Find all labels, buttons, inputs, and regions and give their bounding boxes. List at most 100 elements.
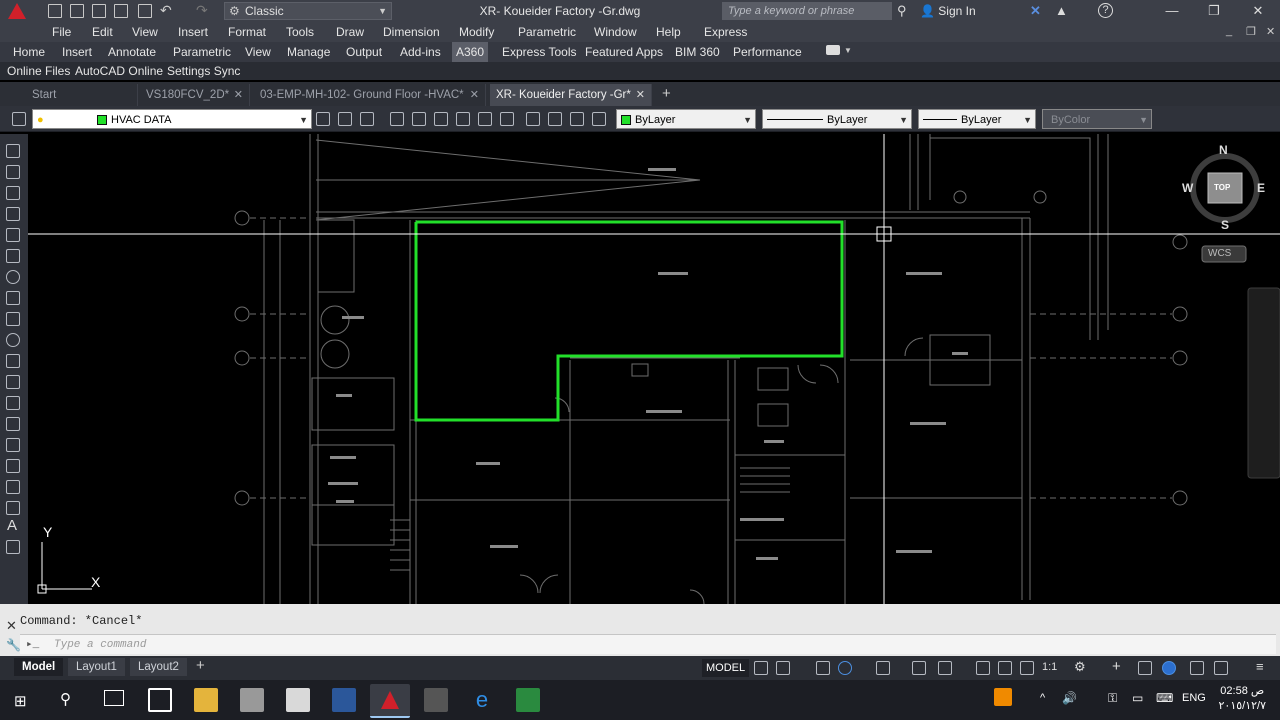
- tab-home[interactable]: Home: [9, 42, 49, 62]
- windows-start-icon[interactable]: ⊞: [14, 692, 27, 710]
- network-icon[interactable]: ⚿: [1108, 691, 1117, 706]
- isodraft-icon[interactable]: [876, 661, 890, 675]
- recorder-tray-icon[interactable]: [994, 688, 1012, 706]
- add-selected-icon[interactable]: [6, 540, 20, 554]
- word-icon[interactable]: [332, 688, 356, 712]
- open-file-icon[interactable]: [70, 4, 84, 18]
- tab-a360[interactable]: A360: [452, 42, 489, 62]
- insert-block-icon[interactable]: [6, 375, 20, 389]
- point-icon[interactable]: [6, 417, 20, 431]
- object-snap-icon[interactable]: [938, 661, 952, 675]
- undo-icon[interactable]: ↶: [160, 2, 172, 19]
- model-space-button[interactable]: MODEL: [702, 659, 750, 677]
- online-files-button[interactable]: Online Files: [7, 62, 70, 80]
- menu-view[interactable]: View: [132, 22, 158, 42]
- spline-icon[interactable]: [6, 312, 20, 326]
- autocad-online-button[interactable]: AutoCAD Online: [75, 62, 163, 80]
- menu-express[interactable]: Express: [704, 22, 747, 42]
- hatch-icon[interactable]: [6, 438, 20, 452]
- menu-modify[interactable]: Modify: [459, 22, 494, 42]
- menu-parametric[interactable]: Parametric: [518, 22, 576, 42]
- keyboard-icon[interactable]: ⌨: [1156, 691, 1173, 705]
- store-icon[interactable]: [148, 688, 172, 712]
- tab-add-ins[interactable]: Add-ins: [396, 42, 445, 62]
- task-view-icon[interactable]: [104, 690, 124, 706]
- match-layer-icon[interactable]: [338, 112, 352, 126]
- ortho-icon[interactable]: [816, 661, 830, 675]
- file-tab[interactable]: VS180FCV_2D* ✕: [140, 84, 250, 106]
- command-input[interactable]: ▸_ Type a command: [20, 634, 1276, 654]
- gradient-icon[interactable]: [6, 459, 20, 473]
- menu-dimension[interactable]: Dimension: [383, 22, 440, 42]
- layer-merge-icon[interactable]: [548, 112, 562, 126]
- tab-parametric[interactable]: Parametric: [169, 42, 235, 62]
- tab-bim360[interactable]: BIM 360: [671, 42, 724, 62]
- revision-cloud-icon[interactable]: [6, 291, 20, 305]
- file-explorer-icon[interactable]: [194, 688, 218, 712]
- layer-isolate-icon[interactable]: [390, 112, 404, 126]
- edge-icon[interactable]: e: [470, 688, 494, 712]
- customize-icon[interactable]: ≡: [1256, 659, 1264, 674]
- application-menu-button[interactable]: [0, 0, 40, 22]
- color-select[interactable]: ByLayer ▼: [616, 109, 756, 129]
- annotation-scale-icon[interactable]: [1020, 661, 1034, 675]
- layer-properties-icon[interactable]: [12, 112, 26, 126]
- tray-chevron-icon[interactable]: ^: [1040, 692, 1045, 704]
- annotation-monitor-icon[interactable]: +: [1112, 658, 1121, 675]
- layer-freeze-icon[interactable]: [456, 112, 470, 126]
- tab-output[interactable]: Output: [342, 42, 386, 62]
- menu-edit[interactable]: Edit: [92, 22, 113, 42]
- viewcube-north[interactable]: N: [1219, 143, 1228, 157]
- annotation-scale-value[interactable]: 1:1: [1042, 661, 1057, 673]
- arc-icon[interactable]: [6, 249, 20, 263]
- notification-icon[interactable]: ▭: [1132, 691, 1143, 705]
- search-icon[interactable]: ⚲: [60, 690, 71, 708]
- language-indicator[interactable]: ENG: [1182, 692, 1206, 704]
- layer-walk-icon[interactable]: [526, 112, 540, 126]
- snap-icon[interactable]: [776, 661, 790, 675]
- circle-icon[interactable]: [6, 270, 20, 284]
- save-as-icon[interactable]: [114, 4, 128, 18]
- viewcube-top[interactable]: TOP: [1214, 183, 1230, 192]
- doc-close-icon[interactable]: ✕: [1266, 25, 1275, 38]
- minimize-icon[interactable]: —: [1152, 0, 1192, 22]
- tab-express-tools[interactable]: Express Tools: [498, 42, 580, 62]
- camtasia-icon[interactable]: [516, 688, 540, 712]
- tab-layout2[interactable]: Layout2: [130, 658, 187, 676]
- polar-icon[interactable]: [838, 661, 852, 675]
- rectangle-icon[interactable]: [6, 228, 20, 242]
- close-icon[interactable]: ✕: [1238, 0, 1278, 22]
- polygon-icon[interactable]: [6, 207, 20, 221]
- make-current-icon[interactable]: [316, 112, 330, 126]
- copy-to-layer-icon[interactable]: [592, 112, 606, 126]
- tab-view[interactable]: View: [241, 42, 275, 62]
- tab-insert[interactable]: Insert: [58, 42, 96, 62]
- viewcube-east[interactable]: E: [1257, 181, 1265, 195]
- new-tab-icon[interactable]: +: [662, 85, 671, 102]
- doc-restore-icon[interactable]: ❐: [1246, 25, 1256, 38]
- tab-manage[interactable]: Manage: [283, 42, 334, 62]
- doc-minimize-icon[interactable]: _: [1226, 25, 1232, 37]
- previous-layer-icon[interactable]: [360, 112, 374, 126]
- auto-scale-icon[interactable]: [998, 661, 1012, 675]
- linetype-select[interactable]: ByLayer ▼: [762, 109, 912, 129]
- menu-window[interactable]: Window: [594, 22, 637, 42]
- restore-icon[interactable]: ❐: [1194, 0, 1234, 22]
- lineweight-select[interactable]: ByLayer ▼: [918, 109, 1036, 129]
- layer-lock-icon[interactable]: [478, 112, 492, 126]
- file-tab[interactable]: 03-EMP-MH-102- Ground Floor -HVAC* ✕: [254, 84, 486, 106]
- layer-delete-icon[interactable]: [570, 112, 584, 126]
- help-icon[interactable]: ?: [1098, 3, 1113, 18]
- layer-off-icon[interactable]: [434, 112, 448, 126]
- menu-format[interactable]: Format: [228, 22, 266, 42]
- close-tab-icon[interactable]: ✕: [636, 84, 645, 106]
- region-icon[interactable]: [6, 480, 20, 494]
- menu-draw[interactable]: Draw: [336, 22, 364, 42]
- menu-insert[interactable]: Insert: [178, 22, 208, 42]
- file-tab-start[interactable]: Start: [26, 84, 138, 106]
- drawing-canvas[interactable]: N S E W TOP WCS Y X: [28, 134, 1280, 604]
- grid-icon[interactable]: [754, 661, 768, 675]
- ellipse-icon[interactable]: [6, 333, 20, 347]
- plot-icon[interactable]: [138, 4, 152, 18]
- tab-featured-apps[interactable]: Featured Apps: [581, 42, 667, 62]
